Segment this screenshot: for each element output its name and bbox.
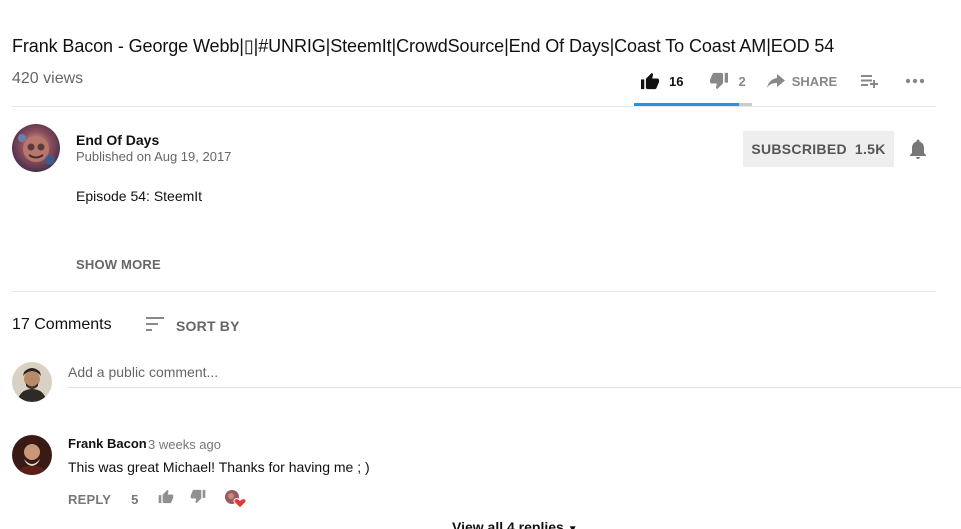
current-user-avatar (12, 362, 52, 402)
show-more-button[interactable]: SHOW MORE (76, 257, 161, 272)
dislike-button[interactable]: 2 (709, 72, 746, 90)
more-actions-button[interactable] (905, 78, 925, 84)
channel-avatar[interactable] (12, 124, 60, 172)
view-count: 420 views (12, 70, 84, 87)
creator-heart-icon (224, 489, 248, 509)
video-title: Frank Bacon - George Webb|▯|#UNRIG|Steem… (12, 36, 835, 56)
comment-timestamp[interactable]: 3 weeks ago (148, 437, 221, 452)
like-count: 16 (669, 73, 684, 89)
divider (12, 291, 936, 292)
comment-thumbs-up-icon[interactable] (158, 489, 174, 509)
channel-name[interactable]: End Of Days (76, 132, 159, 148)
view-replies-link[interactable]: View all 4 replies ▼ (452, 519, 578, 529)
video-description: Episode 54: SteemIt (76, 188, 203, 204)
sort-by-button[interactable]: SORT BY (146, 317, 240, 334)
comment-input[interactable]: Add a public comment... (68, 364, 961, 388)
video-actions: 16 2 SHARE (640, 70, 925, 92)
comments-count: 17 Comments (12, 316, 112, 333)
publish-date: Published on Aug 19, 2017 (76, 149, 232, 164)
chevron-down-icon: ▼ (568, 524, 578, 529)
reply-button[interactable]: REPLY (68, 492, 111, 507)
like-button[interactable]: 16 (640, 72, 683, 90)
share-label: SHARE (791, 73, 838, 89)
divider (12, 106, 936, 107)
comment-actions: REPLY 5 (68, 489, 248, 509)
comment-thumbs-down-icon[interactable] (190, 489, 206, 509)
share-button[interactable]: SHARE (766, 73, 838, 89)
add-to-playlist-button[interactable] (861, 74, 879, 88)
subscriber-count: 1.5K (854, 141, 886, 157)
dislike-count: 2 (738, 73, 746, 89)
share-arrow-icon (766, 74, 785, 88)
comment-author[interactable]: Frank Bacon (68, 436, 147, 451)
view-replies-label: View all 4 replies (452, 519, 564, 529)
subscribe-label: SUBSCRIBED (751, 141, 847, 157)
more-dots-icon (905, 78, 925, 84)
comment-text: This was great Michael! Thanks for havin… (68, 459, 370, 475)
subscribed-button[interactable]: SUBSCRIBED 1.5K (743, 131, 894, 167)
sort-icon (146, 317, 164, 334)
playlist-add-icon (861, 74, 879, 88)
sort-by-label: SORT BY (176, 317, 240, 334)
thumbs-up-icon (640, 72, 660, 90)
comment-author-avatar[interactable] (12, 435, 52, 475)
thumbs-down-icon (709, 72, 729, 90)
notification-bell-icon[interactable] (908, 139, 928, 164)
comment-like-count: 5 (131, 491, 139, 507)
